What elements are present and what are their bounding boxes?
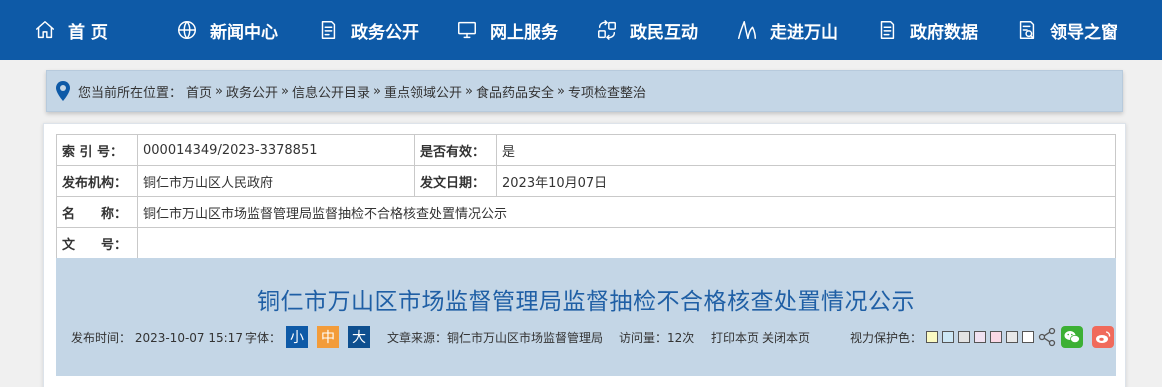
eye-color-swatch[interactable]: [958, 331, 970, 343]
issue-date-value: 2023年10月07日: [496, 165, 1116, 197]
nav-item-about-wanshan[interactable]: 走进万山: [736, 0, 838, 60]
breadcrumb-separator: »: [281, 83, 289, 99]
document-name-value: 铜仁市万山区市场监督管理局监督抽检不合格核查处置情况公示: [137, 196, 1116, 228]
location-pin-icon: [56, 81, 70, 101]
table-row: 文 号：: [56, 227, 1116, 259]
eye-color-swatch[interactable]: [974, 331, 986, 343]
nav-item-label: 新闻中心: [210, 22, 278, 43]
eye-color-swatch[interactable]: [1022, 331, 1034, 343]
article-info-bar: 发布时间： 2023-10-07 15:17 字体： 小 中 大 文章来源：铜仁…: [56, 324, 1116, 350]
landmark-icon: [738, 21, 756, 39]
wechat-share-button[interactable]: [1061, 326, 1083, 348]
article-source: 文章来源：铜仁市万山区市场监督管理局: [387, 330, 604, 345]
nav-item-label: 首 页: [68, 22, 108, 43]
weibo-icon: [1096, 331, 1111, 343]
index-number-label: 索 引 号：: [56, 134, 138, 166]
nav-item-government-data[interactable]: 政府数据: [876, 0, 978, 60]
nav-item-label: 网上服务: [490, 22, 558, 43]
share-icon: [1038, 327, 1056, 347]
wechat-icon: [1064, 331, 1080, 343]
content-panel: 索 引 号： 000014349/2023-3378851 是否有效： 是 发布…: [43, 123, 1126, 387]
article-title: 铜仁市万山区市场监督管理局监督抽检不合格核查处置情况公示: [257, 289, 915, 315]
breadcrumb-separator: »: [373, 83, 381, 99]
share-button[interactable]: [1037, 324, 1057, 350]
data-icon: [880, 21, 895, 39]
nav-item-leaders-window[interactable]: 领导之窗: [1016, 0, 1118, 60]
document-metadata-table: 索 引 号： 000014349/2023-3378851 是否有效： 是 发布…: [56, 134, 1116, 259]
breadcrumb-link-info-catalog[interactable]: 信息公开目录: [292, 82, 370, 101]
nav-item-label: 政务公开: [351, 22, 419, 43]
breadcrumb-link-special-inspection[interactable]: 专项检查整治: [568, 82, 646, 101]
publish-time: 发布时间： 2023-10-07 15:17: [71, 330, 243, 345]
eye-protection-label: 视力保护色：: [850, 330, 923, 345]
document-number-value: [137, 227, 1116, 259]
home-icon: [36, 21, 54, 39]
table-row: 索 引 号： 000014349/2023-3378851 是否有效： 是: [56, 134, 1116, 166]
breadcrumb-separator: »: [215, 83, 223, 99]
font-size-medium-button[interactable]: 中: [317, 326, 339, 348]
document-number-label: 文 号：: [56, 227, 138, 259]
eye-color-swatch[interactable]: [926, 331, 938, 343]
breadcrumb-separator: »: [464, 83, 473, 99]
close-page-link[interactable]: 关闭本页: [762, 324, 810, 350]
nav-item-news[interactable]: 新闻中心: [176, 0, 278, 60]
nav-item-label: 走进万山: [770, 22, 838, 43]
top-navigation: 首 页 新闻中心 政务公开 网上服务 政民互动 走进万山 政府数据 领导之窗: [0, 0, 1162, 60]
nav-item-interaction[interactable]: 政民互动: [596, 0, 698, 60]
interaction-icon: [598, 20, 616, 40]
document-icon: [321, 21, 336, 39]
validity-label: 是否有效：: [414, 134, 497, 166]
font-size-small-button[interactable]: 小: [286, 326, 308, 348]
font-size-label: 字体：: [245, 330, 282, 345]
breadcrumb-link-government-affairs[interactable]: 政务公开: [226, 82, 278, 101]
font-size-large-button[interactable]: 大: [348, 326, 370, 348]
nav-item-online-services[interactable]: 网上服务: [456, 0, 558, 60]
issuing-org-label: 发布机构：: [56, 165, 138, 197]
eye-color-swatch[interactable]: [990, 331, 1002, 343]
breadcrumb-link-key-areas[interactable]: 重点领域公开: [384, 82, 462, 101]
table-row: 名 称： 铜仁市万山区市场监督管理局监督抽检不合格核查处置情况公示: [56, 196, 1116, 228]
validity-value: 是: [496, 134, 1116, 166]
issue-date-label: 发文日期：: [414, 165, 497, 197]
globe-icon: [178, 21, 196, 39]
nav-item-government-affairs[interactable]: 政务公开: [317, 0, 419, 60]
index-number-value: 000014349/2023-3378851: [137, 134, 415, 166]
breadcrumb-prefix: 您当前所在位置：: [78, 85, 183, 101]
eye-color-swatch[interactable]: [942, 331, 954, 343]
eye-color-swatch[interactable]: [1006, 331, 1018, 343]
nav-item-home[interactable]: 首 页: [34, 0, 108, 60]
leader-icon: [1019, 21, 1035, 39]
document-name-label: 名 称：: [56, 196, 138, 228]
monitor-icon: [458, 21, 476, 39]
weibo-share-button[interactable]: [1092, 326, 1114, 348]
nav-item-label: 政府数据: [910, 22, 978, 43]
eye-protection-swatches: [926, 324, 1038, 350]
nav-item-label: 政民互动: [630, 22, 698, 43]
breadcrumb-separator: »: [556, 83, 565, 99]
table-row: 发布机构： 铜仁市万山区人民政府 发文日期： 2023年10月07日: [56, 165, 1116, 197]
article-header: 铜仁市万山区市场监督管理局监督抽检不合格核查处置情况公示 发布时间： 2023-…: [56, 258, 1116, 376]
print-page-link[interactable]: 打印本页: [711, 324, 759, 350]
nav-item-label: 领导之窗: [1050, 22, 1118, 43]
breadcrumb-link-food-drug-safety[interactable]: 食品药品安全: [476, 82, 554, 101]
issuing-org-value: 铜仁市万山区人民政府: [137, 165, 415, 197]
visit-count: 访问量：12次: [619, 330, 695, 345]
breadcrumb-link-home[interactable]: 首页: [186, 82, 212, 101]
breadcrumb: 您当前所在位置： 首页 » 政务公开 » 信息公开目录 » 重点领域公开 » 食…: [46, 70, 1123, 112]
